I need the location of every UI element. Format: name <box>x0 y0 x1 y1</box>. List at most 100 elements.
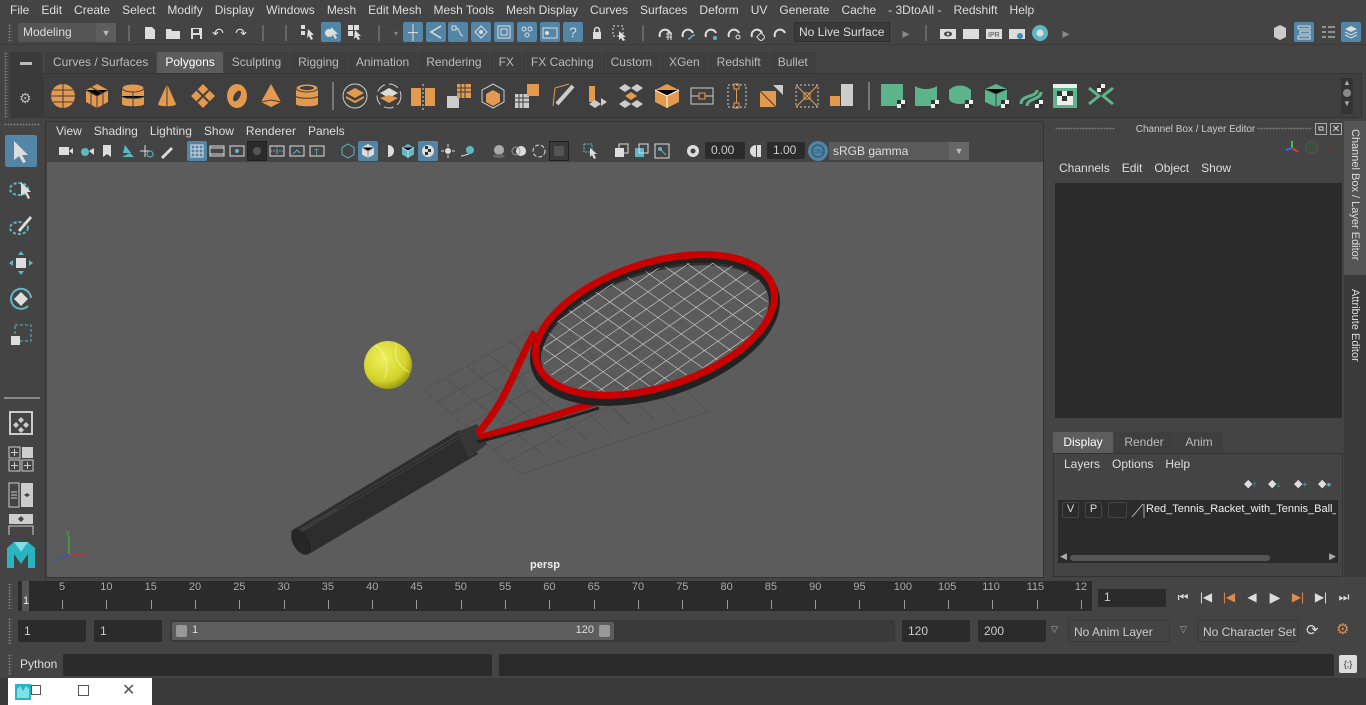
merge-to-center-icon[interactable] <box>793 82 821 110</box>
color-space-dropdown[interactable]: sRGB gamma ▼ <box>829 142 969 160</box>
show-menu[interactable]: Show <box>1195 161 1237 175</box>
channel-box-icon[interactable] <box>1341 22 1361 42</box>
layer-help-menu[interactable]: Help <box>1159 457 1196 471</box>
animation-start-field[interactable]: 1 <box>18 620 86 642</box>
poly-pipe-icon[interactable] <box>293 82 321 110</box>
motion-blur-icon[interactable] <box>509 141 529 161</box>
snap-to-curve-magnet-icon[interactable] <box>678 23 698 43</box>
playback-end-field[interactable]: 120 <box>902 620 970 642</box>
hyperbolic-icon[interactable]: ↗ <box>1325 141 1335 155</box>
close-panel-icon[interactable]: ✕ <box>1330 123 1342 135</box>
menu-3dtoall[interactable]: - 3DtoAll - <box>882 3 947 17</box>
select-hierarchy-icon[interactable] <box>298 22 318 42</box>
shelf-tab-fx-caching[interactable]: FX Caching <box>522 52 602 73</box>
shadows-icon[interactable] <box>458 141 478 161</box>
extract-icon[interactable] <box>513 82 541 110</box>
menu-generate[interactable]: Generate <box>773 3 835 17</box>
camera-icon[interactable] <box>56 141 76 161</box>
play-backwards-icon[interactable]: ◀ <box>1242 587 1262 607</box>
shelf-drag-handle[interactable] <box>4 52 8 118</box>
xray-joints-icon[interactable] <box>652 141 672 161</box>
menu-file[interactable]: File <box>4 3 35 17</box>
smooth-shade-icon[interactable] <box>358 141 378 161</box>
resolution-gate-icon[interactable] <box>227 141 247 161</box>
shelf-tab-redshift[interactable]: Redshift <box>708 52 769 73</box>
render-view-icon[interactable] <box>938 23 958 43</box>
range-slider-track[interactable]: 1 120 <box>170 620 895 642</box>
maya-app-icon[interactable] <box>15 684 31 700</box>
film-gate-icon[interactable] <box>207 141 227 161</box>
menu-deform[interactable]: Deform <box>693 3 744 17</box>
wireframe-icon[interactable] <box>338 141 358 161</box>
go-to-end-icon[interactable]: ⏭ <box>1334 587 1354 607</box>
close-window-icon[interactable]: ✕ <box>122 680 135 700</box>
screen-space-ao-icon[interactable] <box>489 141 509 161</box>
new-layer-selected-icon[interactable]: ◆● <box>1318 477 1331 490</box>
range-slider-handle[interactable]: 1 120 <box>172 622 614 640</box>
new-scene-icon[interactable] <box>140 23 160 43</box>
wireframe-on-shaded-icon[interactable] <box>398 141 418 161</box>
snap-to-grid-magnet-icon[interactable] <box>655 23 675 43</box>
menu-display[interactable]: Display <box>209 3 260 17</box>
viewport-menu-renderer[interactable]: Renderer <box>240 124 302 138</box>
play-forwards-icon[interactable]: ▶ <box>1265 587 1285 607</box>
ipr-render-icon[interactable]: IPR <box>984 23 1004 43</box>
reduce-icon[interactable] <box>479 82 507 110</box>
drag-handle[interactable] <box>8 24 12 42</box>
four-view-layout-icon[interactable] <box>5 443 37 475</box>
playback-toggle[interactable]: P <box>1085 502 1102 518</box>
timeline-drag-handle[interactable] <box>8 583 12 609</box>
outliner-persp-layout-icon[interactable] <box>5 479 37 511</box>
layer-tab-anim[interactable]: Anim <box>1175 432 1223 453</box>
move-layer-up-icon[interactable]: ◆↑ <box>1244 477 1256 490</box>
single-perspective-layout-icon[interactable] <box>5 407 37 439</box>
uv-editor-icon[interactable] <box>1051 82 1079 110</box>
menu-edit-mesh[interactable]: Edit Mesh <box>362 3 427 17</box>
character-set-dropdown-icon[interactable]: ▽ <box>1180 624 1187 635</box>
combine-icon[interactable] <box>341 82 369 110</box>
2d-pan-zoom-icon[interactable] <box>137 141 157 161</box>
menu-mesh-tools[interactable]: Mesh Tools <box>428 3 500 17</box>
uv-automatic-map-icon[interactable] <box>983 82 1011 110</box>
layer-color-icon[interactable] <box>1131 502 1145 518</box>
grid-toggle-icon[interactable] <box>187 141 207 161</box>
menu-cache[interactable]: Cache <box>835 3 882 17</box>
display-type-toggle[interactable] <box>1108 502 1127 518</box>
manipulator-axis-icon[interactable] <box>1284 140 1300 156</box>
menu-redshift[interactable]: Redshift <box>948 3 1004 17</box>
menu-mesh[interactable]: Mesh <box>321 3 362 17</box>
menu-uv[interactable]: UV <box>745 3 774 17</box>
poly-torus-icon[interactable] <box>223 82 251 110</box>
animation-end-field[interactable]: 200 <box>978 620 1046 642</box>
move-tool-icon[interactable] <box>5 247 37 279</box>
side-tab-channel-box[interactable]: Channel Box / Layer Editor <box>1344 121 1366 275</box>
outliner-icon[interactable] <box>1294 22 1314 42</box>
layers-menu[interactable]: Layers <box>1058 457 1106 471</box>
exposure-field[interactable]: 0.00 <box>705 142 745 159</box>
poly-pyramid-icon[interactable] <box>257 82 285 110</box>
add-edge-loop-icon[interactable] <box>688 82 716 110</box>
quadrangulate-icon[interactable] <box>827 82 855 110</box>
select-object-icon[interactable] <box>321 22 341 42</box>
viewport-menu-shading[interactable]: Shading <box>88 124 144 138</box>
live-surface-field[interactable]: No Live Surface <box>794 22 890 42</box>
anti-aliasing-icon[interactable] <box>529 141 549 161</box>
snap-to-view-plane-magnet-icon[interactable] <box>747 23 767 43</box>
undo-icon[interactable]: ↶ <box>208 23 228 43</box>
shelf-menu-icon[interactable] <box>20 62 32 65</box>
shelf-tab-fx[interactable]: FX <box>490 52 522 73</box>
snap-point-icon[interactable] <box>448 22 468 42</box>
command-input[interactable] <box>63 654 492 676</box>
menu-surfaces[interactable]: Surfaces <box>634 3 693 17</box>
shelf-tab-polygons[interactable]: Polygons <box>157 52 223 73</box>
mode-selector[interactable]: Modeling ▼ <box>18 23 116 42</box>
auto-key-icon[interactable]: ⟳ <box>1306 621 1319 639</box>
gamma-icon[interactable] <box>746 141 766 161</box>
image-plane-icon[interactable] <box>117 141 137 161</box>
float-panel-icon[interactable]: ⧉ <box>1315 123 1327 135</box>
xray-icon[interactable] <box>612 141 632 161</box>
range-start-grip[interactable] <box>176 625 187 637</box>
menu-edit[interactable]: Edit <box>35 3 68 17</box>
make-live-icon[interactable] <box>770 23 790 43</box>
snap-grid-icon[interactable]: ┼ <box>403 22 423 42</box>
